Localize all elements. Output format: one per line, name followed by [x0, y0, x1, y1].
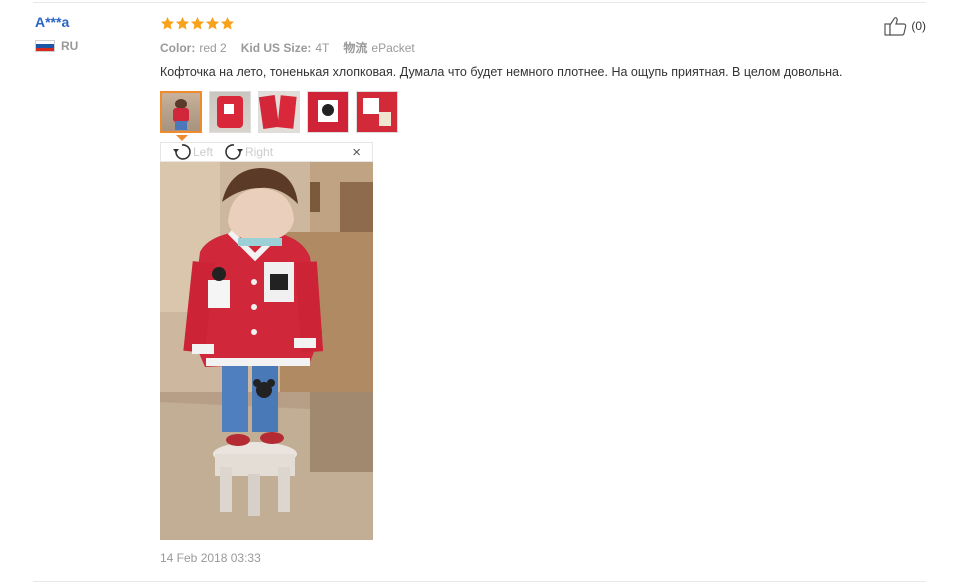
rotate-left-label: Left [193, 145, 214, 159]
shipping-label: 物流 [343, 41, 368, 55]
top-divider [33, 2, 926, 3]
thumbs-up-icon[interactable] [884, 16, 908, 36]
russia-flag-icon [35, 40, 55, 52]
thumbnail-photo-4[interactable] [307, 91, 349, 133]
review-photo-large [160, 162, 373, 540]
thumbnail-photo-2[interactable] [209, 91, 251, 133]
review-date: 14 Feb 2018 03:33 [160, 551, 261, 565]
reviewer-name[interactable]: A***a [35, 14, 78, 30]
bottom-divider [33, 581, 926, 582]
star-icon [190, 16, 205, 29]
thumbnail-photo-1[interactable] [160, 91, 202, 133]
star-icon [175, 16, 190, 29]
color-label: Color: [160, 40, 196, 55]
active-thumbnail-caret [176, 135, 188, 141]
star-icon [220, 16, 235, 29]
rotate-left-button[interactable]: Left [171, 143, 213, 161]
reviewer-country: RU [35, 39, 78, 53]
star-icon [160, 16, 175, 29]
rotate-left-icon [173, 144, 191, 160]
color-value: red 2 [199, 40, 227, 55]
shipping-value: ePacket [371, 40, 415, 55]
reviewer-info: A***a RU [35, 14, 78, 53]
star-rating [160, 14, 926, 32]
photo-thumbnails [160, 91, 405, 133]
rotate-right-label: Right [245, 145, 274, 159]
close-viewer-button[interactable]: × [352, 144, 361, 161]
country-code: RU [61, 39, 79, 53]
thumbnail-photo-3[interactable] [258, 91, 300, 133]
photo-viewer-toolbar: Left Right × [160, 142, 373, 162]
star-icon [205, 16, 220, 29]
rotate-right-button[interactable]: Right [223, 143, 273, 161]
thumbnail-photo-5[interactable] [356, 91, 398, 133]
purchase-details: Color: red 2 Kid US Size: 4T 物流 ePacket [160, 39, 926, 56]
helpful-vote: (0) [884, 16, 926, 36]
helpful-count: (0) [911, 19, 926, 33]
review-body: (0) Color: red 2 Kid US Size: 4T 物流 ePac… [160, 14, 926, 565]
review-text: Кофточка на лето, тоненькая хлопковая. Д… [160, 65, 843, 79]
child-in-jacket-photo [160, 162, 373, 540]
rotate-right-icon [225, 144, 244, 160]
size-label: Kid US Size: [240, 40, 312, 55]
size-value: 4T [315, 40, 330, 55]
